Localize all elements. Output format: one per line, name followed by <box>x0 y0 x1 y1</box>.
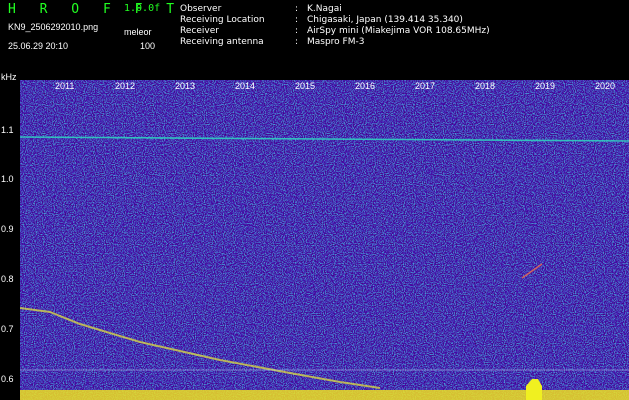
spectrogram <box>20 80 629 400</box>
gain-label: 100 <box>140 41 156 51</box>
x-tick-label: 2014 <box>235 81 256 91</box>
y-tick-label: 0.9 <box>1 224 14 234</box>
x-tick-label: 2018 <box>475 81 496 91</box>
y-tick-label: 1.0 <box>1 174 14 184</box>
meta-key: Observer <box>180 4 222 14</box>
filename-label: KN9_2506292010.png <box>8 22 99 32</box>
meta-value: AirSpy mini (Miakejima VOR 108.65MHz) <box>307 26 490 36</box>
version-label: 1.0.0f <box>124 3 161 14</box>
datetime-label: 25.06.29 20:10 <box>8 41 69 51</box>
x-tick-label: 2013 <box>175 81 196 91</box>
y-tick-label: 0.6 <box>1 374 14 384</box>
meta-key: Receiving antenna <box>180 37 264 47</box>
mode-label: meleor <box>124 27 152 37</box>
x-tick-label: 2020 <box>595 81 616 91</box>
x-tick-label: 2019 <box>535 81 556 91</box>
station-info: Observer: K.Nagai Receiving Location: Chig… <box>180 4 490 48</box>
x-tick-label: 2012 <box>115 81 136 91</box>
x-tick-label: 2011 <box>55 81 75 91</box>
meta-value: Maspro FM-3 <box>307 37 365 47</box>
meta-row-location: Receiving Location: Chigasaki, Japan (139… <box>180 15 463 25</box>
y-axis-unit: kHz <box>1 72 17 82</box>
meta-value: K.Nagai <box>307 4 342 14</box>
meta-row-antenna: Receiving antenna: Maspro FM-3 <box>180 37 365 47</box>
x-tick-label: 2015 <box>295 81 316 91</box>
x-tick-label: 2017 <box>415 81 436 91</box>
meta-value: Chigasaki, Japan (139.414 35.340) <box>307 15 463 25</box>
y-tick-label: 0.8 <box>1 274 14 284</box>
spectrum-noise <box>20 80 629 400</box>
meta-row-receiver: Receiver: AirSpy mini (Miakejima VOR 108.… <box>180 26 490 36</box>
header-panel: H R O F F T 1.0.0f KN9_2506292010.png me… <box>0 0 629 80</box>
y-tick-label: 1.1 <box>1 125 14 135</box>
meta-key: Receiver <box>180 26 219 36</box>
meta-row-observer: Observer: K.Nagai <box>180 4 342 14</box>
x-tick-label: 2016 <box>355 81 376 91</box>
meta-key: Receiving Location <box>180 15 265 25</box>
y-tick-label: 0.7 <box>1 324 14 334</box>
